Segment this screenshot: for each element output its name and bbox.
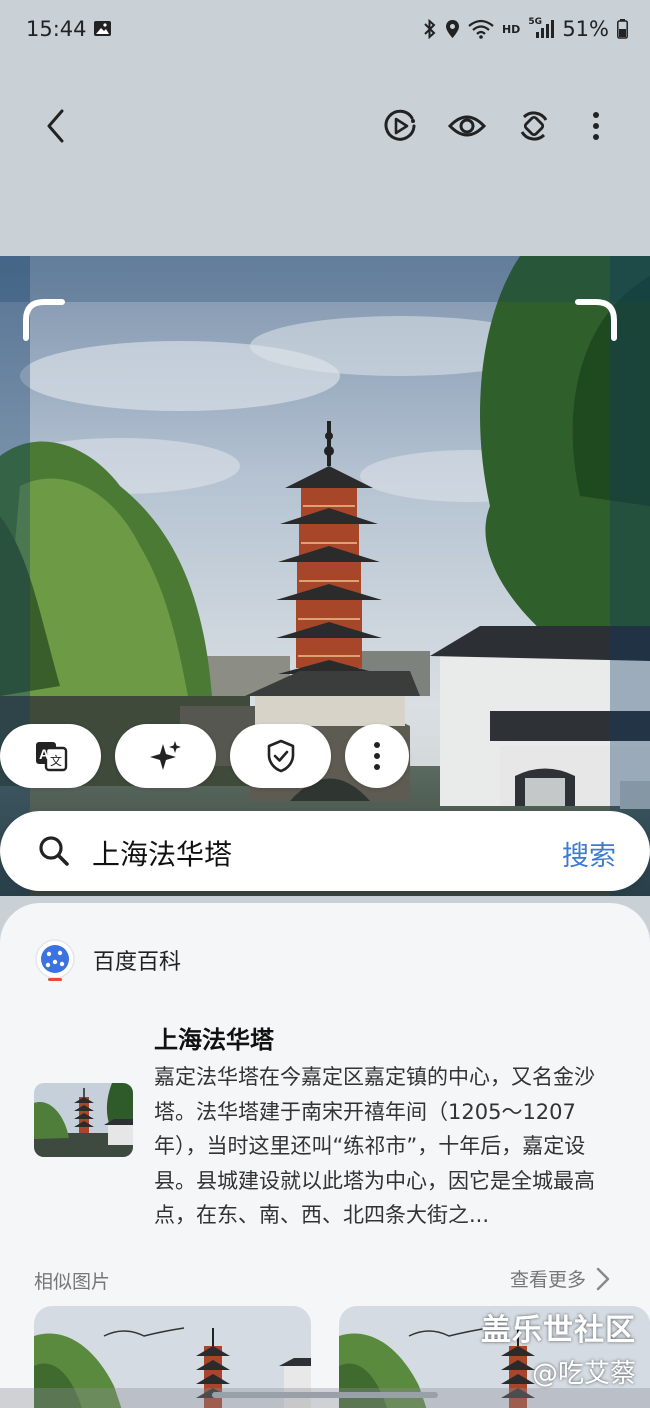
more-vert-icon xyxy=(593,112,599,140)
pagoda-photo xyxy=(0,256,650,896)
result-source: 百度百科 xyxy=(34,939,181,981)
status-icons: HD 5G 51% xyxy=(423,17,628,41)
location-icon xyxy=(445,20,459,38)
chevron-right-icon xyxy=(596,1267,610,1290)
more-options-button[interactable] xyxy=(566,90,626,162)
svg-text:文: 文 xyxy=(50,753,62,768)
photo-viewer[interactable] xyxy=(0,256,650,896)
rotate-icon xyxy=(520,111,548,141)
gesture-nav-bar[interactable] xyxy=(212,1392,438,1398)
top-toolbar xyxy=(0,90,650,162)
view-button[interactable] xyxy=(437,90,497,162)
motion-photo-icon xyxy=(384,109,416,141)
ai-enhance-button[interactable] xyxy=(115,724,216,788)
bottom-shade xyxy=(0,1388,650,1408)
watermark-author: @吃艾蔡 xyxy=(531,1359,636,1389)
battery-icon xyxy=(617,19,628,39)
back-icon xyxy=(47,109,64,143)
gallery-icon xyxy=(94,21,111,36)
baidu-baike-logo xyxy=(35,939,75,981)
more-vert-icon xyxy=(374,742,380,770)
bluetooth-icon xyxy=(424,19,436,39)
action-chips: A 文 xyxy=(0,724,650,788)
source-label: 百度百科 xyxy=(93,950,182,975)
svg-text:A: A xyxy=(39,746,49,762)
see-more-link[interactable]: 查看更多 xyxy=(510,1265,610,1292)
search-bar[interactable]: 上海法华塔 搜索 xyxy=(0,811,650,891)
search-icon xyxy=(39,836,69,866)
translate-button[interactable]: A 文 xyxy=(0,724,101,788)
battery-text: 51% xyxy=(562,17,609,41)
more-actions-button[interactable] xyxy=(345,724,409,788)
sparkle-icon xyxy=(149,741,181,770)
pagoda-thumbnail xyxy=(34,1083,133,1157)
shield-check-icon xyxy=(267,739,294,773)
network-label: HD xyxy=(501,22,521,36)
signal-icon: 5G xyxy=(528,17,555,39)
wifi-icon xyxy=(468,19,494,39)
eye-icon xyxy=(448,115,486,137)
translate-icon: A 文 xyxy=(35,742,67,772)
see-more-label: 查看更多 xyxy=(509,1269,586,1291)
status-bar: 15:44 HD 5G 51% xyxy=(0,0,650,60)
rotate-button[interactable] xyxy=(504,90,564,162)
watermark-title: 盖乐世社区 xyxy=(481,1313,636,1348)
search-input[interactable]: 上海法华塔 xyxy=(92,833,232,873)
result-description: 嘉定法华塔在今嘉定区嘉定镇的中心，又名金沙塔。法华塔建于南宋开禧年间（1205～… xyxy=(154,1065,595,1227)
back-button[interactable] xyxy=(26,90,86,162)
similar-images-label: 相似图片 xyxy=(34,1271,111,1293)
motion-photo-button[interactable] xyxy=(370,90,430,162)
privacy-button[interactable] xyxy=(230,724,331,788)
status-time: 15:44 xyxy=(26,17,87,41)
search-button[interactable]: 搜索 xyxy=(562,834,616,873)
result-title[interactable]: 上海法华塔 xyxy=(154,1020,274,1055)
community-watermark: 盖乐世社区 @吃艾蔡 xyxy=(481,1305,636,1390)
result-thumbnail[interactable] xyxy=(34,1083,133,1157)
